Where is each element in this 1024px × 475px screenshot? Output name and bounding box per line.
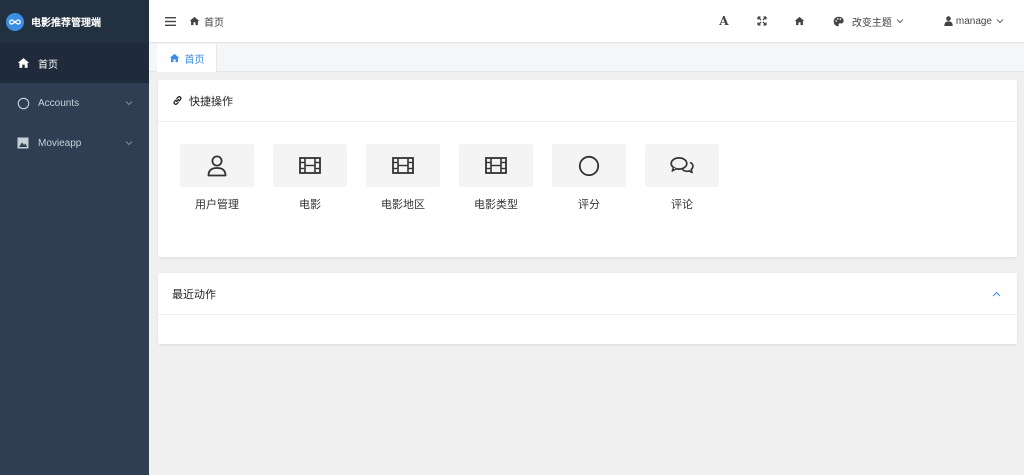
quick-action-movies[interactable]: 电影 [273,144,366,212]
theme-label: 改变主题 [851,17,892,29]
film-icon [459,144,533,187]
quick-action-label: 电影类型 [474,199,518,211]
recent-actions-card: 最近动作 [158,273,1017,344]
link-icon [172,95,183,106]
quick-action-comments[interactable]: 评论 [645,144,738,212]
breadcrumb[interactable]: 首页 [189,14,224,29]
chevron-down-icon [125,98,133,109]
card-header: 快捷操作 [158,80,1017,122]
home-icon [189,16,200,26]
circle-icon [16,96,30,110]
user-menu[interactable]: manage [930,16,1024,27]
sidebar-item-movieapp[interactable]: Movieapp [0,123,149,163]
sidebar-item-label: Movieapp [38,137,82,149]
home-icon[interactable] [781,0,819,43]
quick-action-users[interactable]: 用户管理 [180,144,273,212]
comments-icon [645,144,719,187]
image-icon [16,136,30,150]
quick-actions-card: 快捷操作 用户管理 电影 电影地区 电影类型 评分 评论 [158,80,1017,257]
tab-home[interactable]: 首页 [157,44,217,72]
quick-action-label: 用户管理 [195,199,239,211]
tab-label: 首页 [184,54,205,66]
quick-action-regions[interactable]: 电影地区 [366,144,459,212]
fullscreen-icon[interactable] [743,0,781,43]
chevron-down-icon [996,19,1004,24]
chevron-down-icon [896,19,904,24]
home-icon [16,56,30,70]
brand-title: 电影推荐管理端 [31,18,101,29]
card-title: 最近动作 [172,288,216,301]
card-title: 快捷操作 [189,95,233,108]
chevron-up-icon[interactable] [992,291,1001,297]
sidebar-item-accounts[interactable]: Accounts [0,83,149,123]
brand[interactable]: 电影推荐管理端 [0,0,149,43]
circle-icon [552,144,626,187]
menu-toggle-icon[interactable] [163,14,177,28]
breadcrumb-label: 首页 [204,17,224,29]
home-icon [169,53,180,63]
top-header: 首页 A 改变主题 manage [149,0,1024,43]
tab-bar: 首页 [149,44,1024,72]
sidebar: 电影推荐管理端 首页 Accounts Movieapp [0,0,149,475]
quick-action-label: 电影地区 [381,199,425,211]
user-name: manage [955,15,992,27]
quick-action-label: 电影 [299,199,321,211]
quick-action-label: 评分 [578,199,600,211]
user-icon [944,16,953,26]
sidebar-item-label: 首页 [38,59,58,71]
quick-action-genres[interactable]: 电影类型 [459,144,552,212]
infinity-icon [6,12,24,31]
sidebar-item-label: Accounts [38,97,80,109]
quick-action-label: 评论 [671,199,693,211]
user-icon [180,144,254,187]
film-icon [273,144,347,187]
quick-action-ratings[interactable]: 评分 [552,144,645,212]
film-icon [366,144,440,187]
card-header: 最近动作 [158,273,1017,315]
font-size-button[interactable]: A [705,0,743,43]
chevron-down-icon [125,138,133,149]
theme-switcher[interactable]: 改变主题 [827,14,930,29]
sidebar-item-home[interactable]: 首页 [0,43,149,83]
palette-icon [833,16,844,26]
